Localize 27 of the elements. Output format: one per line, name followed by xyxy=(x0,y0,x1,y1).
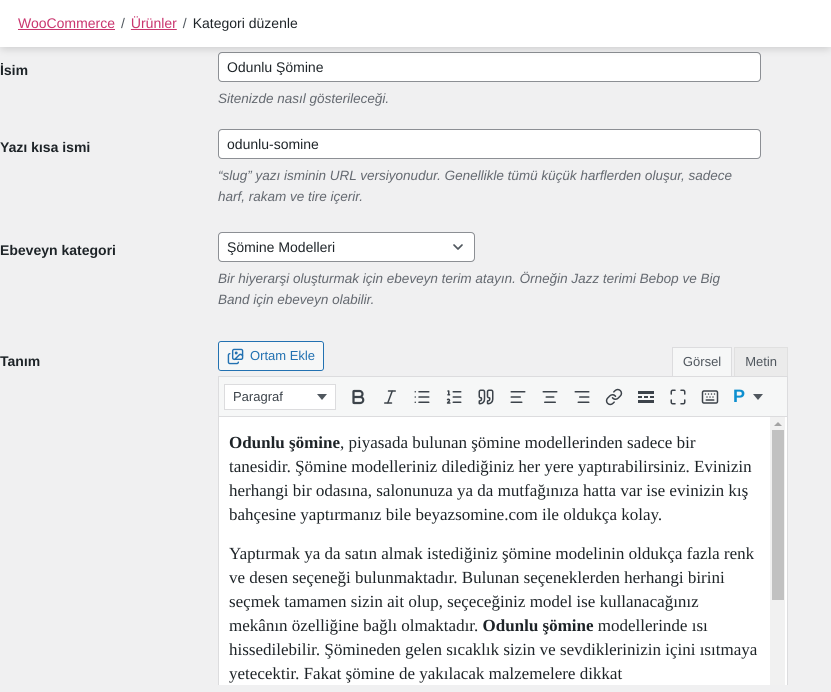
paragraph: Odunlu şömine, piyasada bulunan şömine modellerinden sadece bir tanesidir. Şömine modelleriniz dilediğiniz her yere yaptırabilirsiniz. Evinizin herhangi bir odasına, salonunuza ya da mutfağınıza hatta var ise evinizin kış bahçesine yaptırmanız bile beyazsomine.com ile oldukça kolay. xyxy=(229,432,753,526)
text-field[interactable]: odunlu-somine xyxy=(218,129,761,159)
field-label: Yazı kısa ismi xyxy=(0,139,90,155)
text-field[interactable]: Odunlu Şömine xyxy=(218,52,761,82)
editor-tab[interactable]: Görsel xyxy=(672,347,732,376)
paragraph: Yaptırmak ya da satın almak istediğiniz şömine modelinin oldukça fazla renk ve desen seçeneği bulunmaktadır. Bulunan seçeneklerden herhangi birini seçmek tamamen sizin ait olup, seçeceğiniz model ise kullanacağınız mekânın özelliğine bağlı olmaktadır. Odunlu şömine modellerinde ısı hissedilebilir. Şömineden gelen sıcaklık sizin ve sevdiklerinizin içini ısıtmaya yetecektir. Fakat şömine de yakılacak malzemelere dikkat xyxy=(229,543,758,685)
field-label: Tanım xyxy=(0,353,40,369)
parent-category-select[interactable]: Şömine Modelleri xyxy=(218,232,475,262)
editor-tab[interactable]: Metin xyxy=(734,347,788,376)
field-label: İsim xyxy=(0,62,28,78)
caret-icon xyxy=(317,394,327,400)
breadcrumb-link[interactable]: WooCommerce xyxy=(18,13,115,34)
editor-content[interactable] xyxy=(218,417,788,685)
caret-icon xyxy=(753,394,764,400)
field-help-text: Bir hiyerarşi oluşturmak için ebeveyn terim atayın. Örneğin Jazz terimi Bebop ve Big Band için ebeveyn olabilir. xyxy=(218,270,721,309)
add-media-button[interactable]: Ortam Ekle xyxy=(218,341,324,371)
format-select[interactable]: Paragraf xyxy=(224,384,336,410)
breadcrumb-link[interactable]: Ürünler xyxy=(130,13,177,34)
field-label: Ebeveyn kategori xyxy=(0,242,116,258)
breadcrumb-separator: / xyxy=(182,14,187,33)
breadcrumb-separator: / xyxy=(121,14,125,33)
media-icon xyxy=(227,348,244,364)
field-help-text: Sitenizde nasıl gösterileceği. xyxy=(218,90,390,108)
breadcrumb-current: Kategori düzenle xyxy=(192,14,298,33)
scroll-up-icon xyxy=(774,422,782,426)
scrollbar-thumb[interactable] xyxy=(772,430,784,600)
field-help-text: “slug” yazı isminin URL versiyonudur. Genellikle tümü küçük harflerden oluşur, sadece harf, rakam ve tire içerir. xyxy=(218,167,733,206)
